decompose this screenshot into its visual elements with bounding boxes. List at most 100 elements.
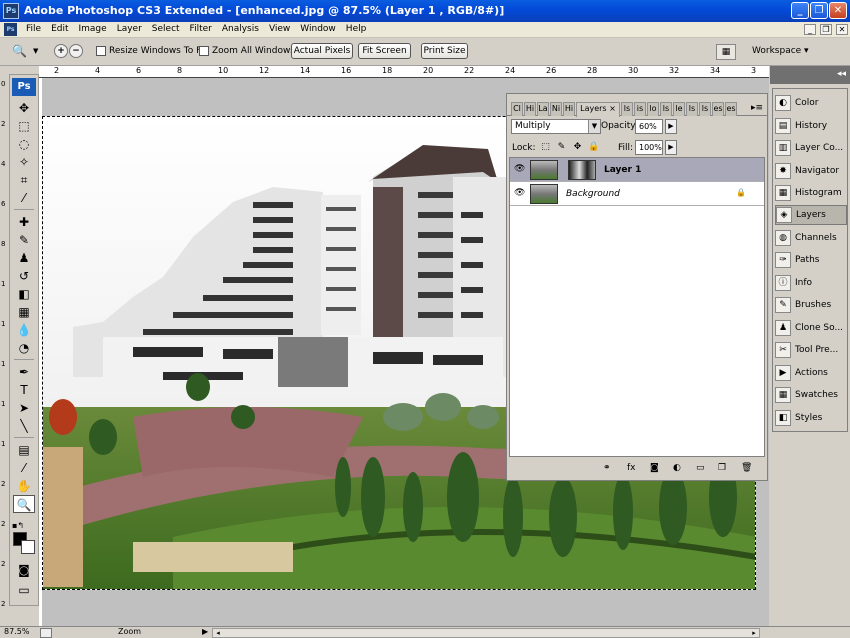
doc-restore-button[interactable]: ❐ (820, 24, 832, 35)
quick-mask-icon[interactable]: ◙ (13, 561, 35, 579)
menu-window[interactable]: Window (295, 24, 341, 34)
close-button[interactable]: ✕ (829, 2, 847, 19)
collapse-dock-icon[interactable]: ◂◂ (837, 69, 846, 79)
menu-help[interactable]: Help (341, 24, 372, 34)
menu-file[interactable]: File (21, 24, 46, 34)
menu-filter[interactable]: Filter (185, 24, 217, 34)
maximize-button[interactable]: ❐ (810, 2, 828, 19)
dock-item-tool-presets[interactable]: ✂ Tool Pre... (775, 340, 847, 360)
doc-minimize-button[interactable]: _ (804, 24, 816, 35)
dock-item-paths[interactable]: ✑ Paths (775, 250, 847, 270)
lasso-tool-icon[interactable]: ◌ (13, 135, 35, 153)
new-layer-icon[interactable]: ❐ (718, 463, 726, 473)
eye-icon[interactable]: 👁 (514, 164, 525, 174)
new-group-icon[interactable]: ▭ (696, 463, 705, 473)
zoom-all-checkbox[interactable]: Zoom All Windows (199, 46, 295, 56)
dock-item-color[interactable]: ◐ Color (775, 93, 847, 113)
status-preview-icon[interactable] (40, 628, 52, 638)
zoom-level-field[interactable]: 87.5% (4, 627, 29, 636)
tab-histogram[interactable]: Hi (563, 102, 575, 116)
menu-image[interactable]: Image (74, 24, 112, 34)
dock-item-navigator[interactable]: ✸ Navigator (775, 161, 847, 181)
lock-image-icon[interactable]: ✎ (556, 142, 567, 153)
hand-tool-icon[interactable]: ✋ (13, 477, 35, 495)
tab-color[interactable]: Cl (511, 102, 523, 116)
tab-swatches[interactable]: es (712, 102, 724, 116)
close-icon[interactable]: × (609, 104, 616, 113)
crop-tool-icon[interactable]: ⌗ (13, 171, 35, 189)
actual-pixels-button[interactable]: Actual Pixels (291, 43, 353, 59)
fit-screen-button[interactable]: Fit Screen (358, 43, 411, 59)
lock-position-icon[interactable]: ✥ (572, 142, 583, 153)
scroll-left-icon[interactable]: ◂ (213, 628, 223, 638)
move-tool-icon[interactable]: ✥ (13, 99, 35, 117)
eye-icon[interactable]: 👁 (514, 188, 525, 198)
dock-item-channels[interactable]: ◍ Channels (775, 228, 847, 248)
tab-paths[interactable]: is (634, 102, 646, 116)
opacity-slider-button[interactable]: ▶ (665, 119, 677, 134)
healing-brush-tool-icon[interactable]: ✚ (13, 213, 35, 231)
zoom-tool-preset-icon[interactable]: 🔍 (12, 44, 28, 60)
blur-tool-icon[interactable]: 💧 (13, 321, 35, 339)
tab-navigator[interactable]: Ni (550, 102, 562, 116)
tab-styles[interactable]: es (725, 102, 737, 116)
adjustment-layer-icon[interactable]: ◐ (673, 463, 681, 473)
tab-info[interactable]: lo (647, 102, 659, 116)
tab-brushes[interactable]: ls (660, 102, 672, 116)
trash-icon[interactable]: 🗑 (741, 463, 752, 473)
dock-item-info[interactable]: ⓘ Info (775, 273, 847, 293)
checkbox-box[interactable] (96, 46, 106, 56)
blend-mode-select[interactable]: Multiply ▼ (511, 119, 601, 134)
toolbox-logo[interactable]: Ps (12, 78, 36, 96)
gradient-tool-icon[interactable]: ▦ (13, 303, 35, 321)
path-selection-tool-icon[interactable]: ➤ (13, 399, 35, 417)
dock-item-actions[interactable]: ▶ Actions (775, 363, 847, 383)
default-colors-icon[interactable]: ▪↰ (12, 521, 24, 530)
notes-tool-icon[interactable]: ▤ (13, 441, 35, 459)
slice-tool-icon[interactable]: ⁄ (13, 189, 35, 207)
eyedropper-tool-icon[interactable]: ⁄ (13, 459, 35, 477)
menu-view[interactable]: View (264, 24, 295, 34)
print-size-button[interactable]: Print Size (421, 43, 468, 59)
type-tool-icon[interactable]: T (13, 381, 35, 399)
dock-item-histogram[interactable]: ▦ Histogram (775, 183, 847, 203)
dodge-tool-icon[interactable]: ◔ (13, 339, 35, 357)
menu-edit[interactable]: Edit (46, 24, 73, 34)
layer-row[interactable]: 👁 Layer 1 (510, 158, 764, 182)
horizontal-scrollbar[interactable]: ◂ ▸ (212, 628, 760, 638)
layer-mask-thumbnail[interactable] (568, 160, 596, 180)
tab-clone-source[interactable]: le (673, 102, 685, 116)
dock-item-clone-source[interactable]: ♟ Clone So... (775, 318, 847, 338)
doc-close-button[interactable]: ✕ (836, 24, 848, 35)
history-brush-tool-icon[interactable]: ↺ (13, 267, 35, 285)
tab-layers[interactable]: Layers × (576, 102, 620, 117)
zoom-tool-icon[interactable]: 🔍 (13, 495, 35, 513)
marquee-tool-icon[interactable]: ⬚ (13, 117, 35, 135)
menu-analysis[interactable]: Analysis (217, 24, 264, 34)
status-menu-arrow-icon[interactable]: ▶ (202, 627, 208, 636)
fill-field[interactable]: 100% (635, 140, 663, 155)
chevron-down-icon[interactable]: ▼ (33, 47, 38, 55)
line-tool-icon[interactable]: ╲ (13, 417, 35, 435)
dock-item-layers[interactable]: ◈ Layers (775, 205, 847, 225)
add-mask-icon[interactable]: ◙ (650, 463, 659, 473)
resize-windows-checkbox[interactable]: Resize Windows To Fit (96, 46, 207, 56)
pen-tool-icon[interactable]: ✒ (13, 363, 35, 381)
tab-actions[interactable]: ls (699, 102, 711, 116)
chevron-down-icon[interactable]: ▼ (588, 120, 600, 133)
tab-history[interactable]: Hi (524, 102, 536, 116)
panel-menu-icon[interactable]: ▸≡ (751, 103, 763, 113)
zoom-in-button[interactable]: + (54, 44, 68, 58)
bridge-icon[interactable]: ▦ (716, 44, 736, 60)
lock-transparent-icon[interactable]: ⬚ (540, 142, 551, 153)
tab-layer-comps[interactable]: La (537, 102, 549, 116)
dock-item-layer-comps[interactable]: ▥ Layer Co... (775, 138, 847, 158)
layer-style-icon[interactable]: fx (627, 463, 636, 473)
dock-item-brushes[interactable]: ✎ Brushes (775, 295, 847, 315)
tab-tool-presets[interactable]: ls (686, 102, 698, 116)
brush-tool-icon[interactable]: ✎ (13, 231, 35, 249)
dock-item-history[interactable]: ▤ History (775, 116, 847, 136)
dock-item-swatches[interactable]: ▦ Swatches (775, 385, 847, 405)
opacity-field[interactable]: 60% (635, 119, 663, 134)
checkbox-box[interactable] (199, 46, 209, 56)
